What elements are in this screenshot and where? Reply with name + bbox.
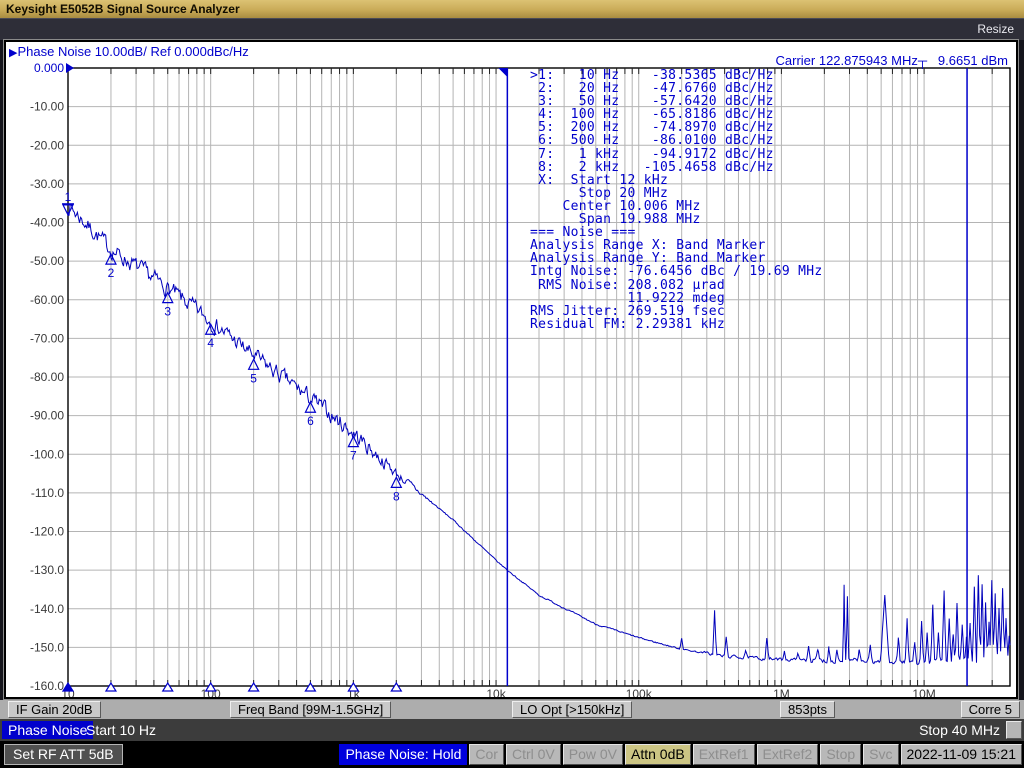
y-tick-label: 0.000 [34,61,64,75]
datetime-display: 2022-11-09 15:21 [901,744,1023,765]
trace-scale-label: Phase Noise 10.00dB/ Ref 0.000dBc/Hz [17,44,248,59]
marker-info-panel: >1: 10 Hz -38.5365 dBc/Hz 2: 20 Hz -47.6… [530,69,823,331]
marker-number: 2 [108,266,115,280]
message-field: Set RF ATT 5dB [4,744,123,765]
y-tick-label: -20.00 [30,138,64,152]
x-tick-label: 100k [626,687,653,697]
measurement-bar: Phase Noise Start 10 Hz Stop 40 MHz [0,719,1024,741]
y-tick-label: -120.0 [30,525,64,539]
band-marker-flag-icon [498,68,507,77]
marker-number: 8 [393,489,400,503]
status-indicator-svc: Svc [863,744,898,765]
y-tick-label: -70.00 [30,331,64,345]
window-title: Keysight E5052B Signal Source Analyzer [0,0,1024,18]
carrier-readout: Carrier 122.875943 MHz┬ 9.6651 dBm [776,53,1009,68]
trace-scale-header: ▶Phase Noise 10.00dB/ Ref 0.000dBc/Hz [9,44,249,59]
x-tick-label: 10M [912,687,935,697]
marker-axis-symbol [249,683,259,691]
marker-axis-symbol [106,683,116,691]
y-tick-label: -40.00 [30,216,64,230]
status-indicator-extref2: ExtRef2 [757,744,819,765]
status-indicator-attn: Attn 0dB [625,744,691,765]
measurement-state-badge: Phase Noise: Hold [339,744,467,765]
y-tick-label: -130.0 [30,563,64,577]
correlation-badge: Corre 5 [961,701,1020,718]
window-menu-bar: Resize [0,18,1024,40]
sweep-start-label: Start 10 Hz [86,721,156,739]
trace-markers: 1 2 3 4 5 6 7 8 [62,190,401,691]
points-badge: 853pts [780,701,835,718]
marker-number: 1 [65,190,72,204]
status-indicator-stop: Stop [820,744,861,765]
resize-button[interactable]: Resize [977,22,1014,36]
marker-number: 6 [307,414,314,428]
status-indicator-cor: Cor [469,744,504,765]
y-tick-label: -150.0 [30,640,64,654]
sweep-stop-label: Stop 40 MHz [919,721,1000,739]
marker-axis-symbol [391,683,401,691]
y-tick-label: -90.00 [30,409,64,423]
marker-number: 5 [250,371,257,385]
x-tick-label: 1M [773,687,790,697]
tab-phase-noise[interactable]: Phase Noise [2,721,93,739]
lo-opt-badge: LO Opt [>150kHz] [512,701,632,718]
status-indicator-ctrl: Ctrl 0V [506,744,561,765]
status-indicator-pow: Pow 0V [563,744,623,765]
y-tick-label: -80.00 [30,370,64,384]
marker-axis-symbol [305,683,315,691]
plot-svg[interactable]: 0.000 -10.00 -20.00 -30.00 -40.00 -50.00 -60.0… [6,42,1016,697]
window-grip[interactable] [1006,721,1022,739]
y-tick-label: -30.00 [30,177,64,191]
ref-level-icon [66,63,74,73]
y-tick-label: -10.00 [30,100,64,114]
y-tick-label: -100.0 [30,447,64,461]
instrument-status-bar: Set RF ATT 5dB Phase Noise: Hold CorCtrl… [0,741,1024,768]
freq-band-badge: Freq Band [99M-1.5GHz] [230,701,391,718]
phase-noise-window: ▶Phase Noise 10.00dB/ Ref 0.000dBc/Hz Ca… [4,40,1018,699]
x-tick-label: 10k [486,687,506,697]
y-tick-label: -160.0 [30,679,64,693]
marker-axis-symbol [163,683,173,691]
config-status-row: IF Gain 20dB Freq Band [99M-1.5GHz] LO Opt… [0,700,1024,719]
y-tick-label: -110.0 [31,486,64,500]
marker-number: 7 [350,449,357,463]
if-gain-badge: IF Gain 20dB [8,701,101,718]
y-tick-label: -60.00 [30,293,64,307]
marker-number: 4 [207,336,214,350]
y-tick-label: -50.00 [30,254,64,268]
marker-number: 3 [164,305,171,319]
status-indicator-extref1: ExtRef1 [693,744,755,765]
y-tick-label: -140.0 [30,602,64,616]
